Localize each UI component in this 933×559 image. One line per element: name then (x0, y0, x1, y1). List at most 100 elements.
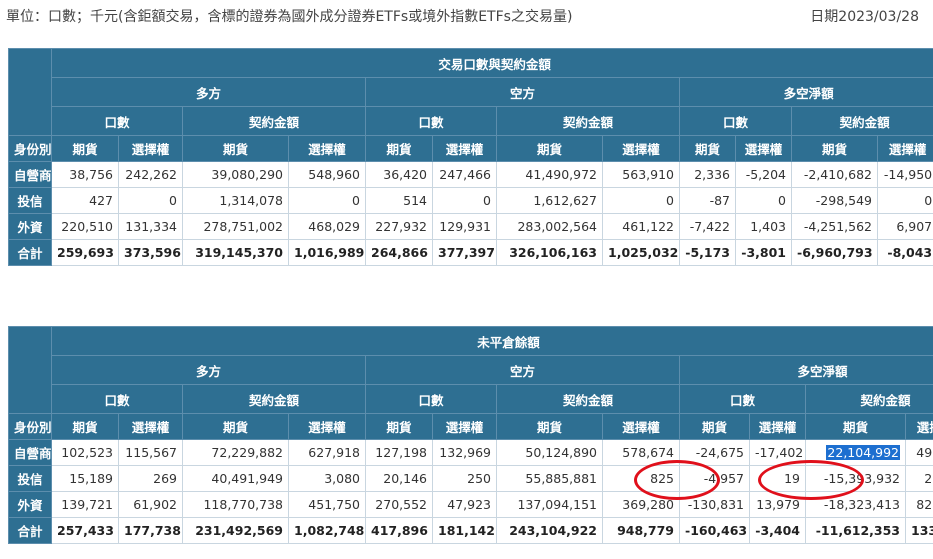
table-cell: 373,596 (118, 239, 183, 266)
header-bar: 單位：口數；千元(含鉅額交易，含標的證券為國外成分證券ETFs或境外指數ETFs… (6, 6, 919, 26)
table-cell: 514 (365, 187, 433, 214)
table-cell: 1,314,078 (182, 187, 289, 214)
column-header: 期貨 (51, 413, 119, 440)
subgroup-contracts: 口數 (51, 106, 183, 136)
table-cell: -4,957 (679, 465, 750, 492)
report-date: 日期2023/03/28 (810, 9, 919, 25)
table-cell: 20,146 (365, 465, 433, 492)
table-cell: -2,410,682 (791, 161, 878, 188)
table-cell: 47,923 (432, 491, 497, 518)
table-cell: 1,025,032 (602, 239, 680, 266)
group-long: 多方 (51, 77, 366, 107)
column-header: 期貨 (365, 413, 433, 440)
table-cell: 948,779 (602, 517, 680, 544)
table-cell: 55,885,881 (496, 465, 603, 492)
table-cell: 0 (735, 187, 792, 214)
table-cell: 41,490,972 (496, 161, 603, 188)
column-header: 期貨 (805, 413, 906, 440)
table-row: 自營商 102,523 115,567 72,229,882 627,918 127,19… (8, 439, 933, 466)
table-cell: -17,402 (749, 439, 806, 466)
table-cell: -298,549 (791, 187, 878, 214)
table-cell: 578,674 (602, 439, 680, 466)
table-cell: 250 (432, 465, 497, 492)
table-cell: -8,043 (876, 239, 933, 266)
column-header: 選擇權 (602, 413, 680, 440)
table-title: 交易口數與契約金額 (50, 48, 933, 78)
table-cell: 0 (876, 187, 933, 214)
table-cell: 82,470 (904, 491, 933, 518)
row-header-label: 身份別 (8, 413, 52, 440)
table-cell: -18,323,413 (805, 491, 906, 518)
unit-note: 單位：口數；千元(含鉅額交易，含標的證券為國外成分證券ETFs或境外指數ETFs… (6, 9, 573, 25)
table-row: 外資 139,721 61,902 118,770,738 451,750 270,552… (8, 491, 933, 518)
subgroup-contracts: 口數 (679, 384, 806, 414)
table-cell: -4,251,562 (791, 213, 878, 240)
column-header: 期貨 (182, 413, 289, 440)
column-header: 選擇權 (432, 413, 497, 440)
table-cell: 257,433 (51, 517, 119, 544)
table-cell: 39,080,290 (182, 161, 289, 188)
subgroup-amount: 契約金額 (182, 106, 366, 136)
table-cell: -15,393,932 (805, 465, 906, 492)
row-label: 外資 (8, 213, 52, 240)
table-cell: 131,334 (118, 213, 183, 240)
table-cell: 115,567 (118, 439, 183, 466)
table-cell: -14,950 (876, 161, 933, 188)
table-cell: 2,336 (679, 161, 736, 188)
column-header: 期貨 (791, 135, 878, 162)
table-cell: 137,094,151 (496, 491, 603, 518)
table-body: 自營商 38,756 242,262 39,080,290 548,960 36,420 2… (8, 161, 933, 266)
table-cell: 72,229,882 (182, 439, 289, 466)
table-cell: 61,902 (118, 491, 183, 518)
trading-volume-table: 交易口數與契約金額 多方 空方 多空淨額 口數 契約金額 口數 契約金額 口數 … (8, 48, 933, 266)
table-cell: 231,492,569 (182, 517, 289, 544)
subgroup-amount: 契約金額 (790, 106, 933, 136)
corner-cell (8, 326, 52, 414)
subgroup-contracts: 口數 (365, 384, 497, 414)
table-body: 自營商 102,523 115,567 72,229,882 627,918 127,19… (8, 439, 933, 544)
table-cell: 259,693 (51, 239, 119, 266)
column-header: 期貨 (496, 135, 603, 162)
table-cell: 129,931 (432, 213, 497, 240)
table-cell: 369,280 (602, 491, 680, 518)
column-header: 選擇權 (876, 135, 933, 162)
table-cell: -3,801 (735, 239, 792, 266)
selected-text: 22,104,992 (826, 445, 900, 460)
table-cell: 825 (602, 465, 680, 492)
table-cell: 247,466 (432, 161, 497, 188)
column-header: 期貨 (51, 135, 119, 162)
table-cell: 220,510 (51, 213, 119, 240)
table-cell: 38,756 (51, 161, 119, 188)
table-cell: -130,831 (679, 491, 750, 518)
table-cell: 278,751,002 (182, 213, 289, 240)
table-cell: 1,403 (735, 213, 792, 240)
table-cell: -160,463 (679, 517, 750, 544)
subgroup-contracts: 口數 (679, 106, 792, 136)
subgroup-amount: 契約金額 (804, 384, 933, 414)
open-interest-table: 未平倉餘額 多方 空方 多空淨額 口數 契約金額 口數 契約金額 口數 契約金額… (8, 326, 933, 544)
column-header: 選擇權 (749, 413, 806, 440)
group-short: 空方 (365, 355, 680, 385)
column-header: 選擇權 (432, 135, 497, 162)
row-label: 投信 (8, 465, 52, 492)
table-cell: 1,612,627 (496, 187, 603, 214)
table-cell: 132,969 (432, 439, 497, 466)
table-cell: 133,969 (904, 517, 933, 544)
table-row: 外資 220,510 131,334 278,751,002 468,029 227,93… (8, 213, 933, 240)
row-label: 自營商 (8, 439, 52, 466)
table-cell: 49,244 (904, 439, 933, 466)
column-header: 期貨 (679, 413, 750, 440)
column-header-row: 身份別 期貨 選擇權 期貨 選擇權 期貨 選擇權 期貨 選擇權 期貨 選擇權 期… (8, 413, 933, 440)
table-cell: 427 (51, 187, 119, 214)
row-label: 外資 (8, 491, 52, 518)
table-cell: 269 (118, 465, 183, 492)
group-long: 多方 (51, 355, 366, 385)
table-cell: 181,142 (432, 517, 497, 544)
column-header: 選擇權 (288, 135, 366, 162)
table-cell: 227,932 (365, 213, 433, 240)
row-label: 合計 (8, 517, 52, 544)
table-cell: 417,896 (365, 517, 433, 544)
table-cell: 6,907 (876, 213, 933, 240)
table-row: 自營商 38,756 242,262 39,080,290 548,960 36,420 2… (8, 161, 933, 188)
subgroup-amount: 契約金額 (496, 384, 680, 414)
